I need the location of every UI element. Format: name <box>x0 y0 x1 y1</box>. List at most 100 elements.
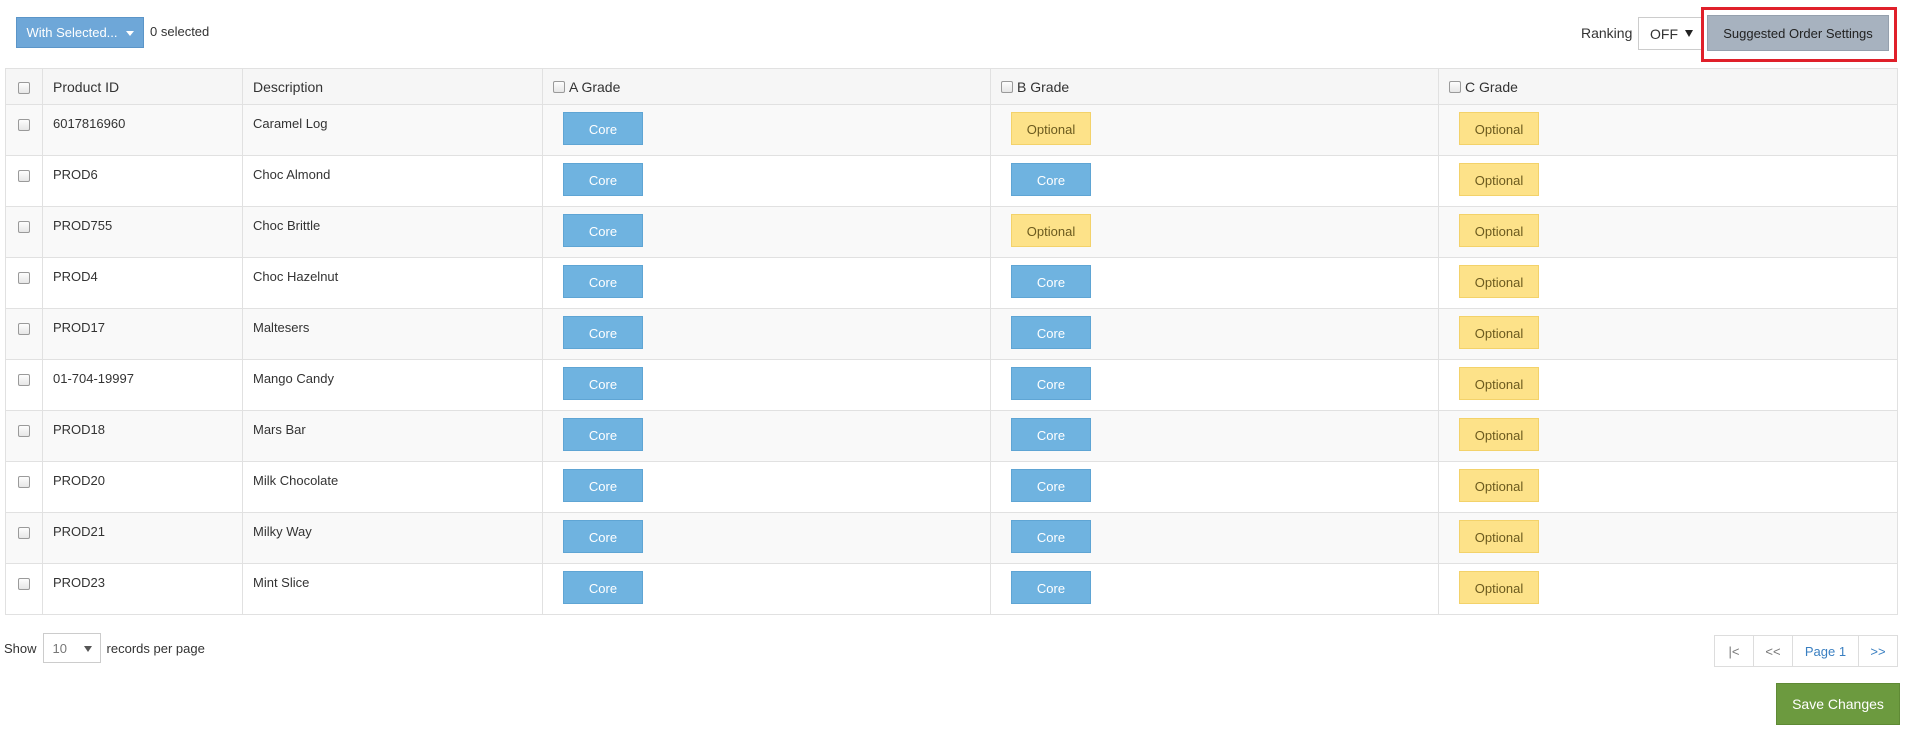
caret-down-icon <box>125 31 134 36</box>
row-select-cell <box>5 563 43 615</box>
a-grade-toggle[interactable]: Core <box>563 418 643 451</box>
c-grade-toggle[interactable]: Optional <box>1459 571 1539 604</box>
c-grade-cell: Optional <box>1438 461 1898 513</box>
row-checkbox[interactable] <box>18 322 30 335</box>
ranking-value: OFF <box>1650 25 1678 42</box>
b-grade-cell: Optional <box>990 104 1439 156</box>
a-grade-toggle[interactable]: Core <box>563 214 643 247</box>
row-checkbox[interactable] <box>18 526 30 539</box>
a-grade-cell: Core <box>542 257 991 309</box>
b-grade-toggle[interactable]: Core <box>1011 265 1091 298</box>
b-grade-toggle[interactable]: Core <box>1011 469 1091 502</box>
b-grade-toggle[interactable]: Core <box>1011 367 1091 400</box>
row-checkbox[interactable] <box>18 220 30 233</box>
description-cell: Caramel Log <box>242 104 543 156</box>
b-grade-checkbox[interactable] <box>1001 80 1013 93</box>
ranking-select[interactable]: OFF <box>1638 17 1702 50</box>
a-grade-cell: Core <box>542 410 991 462</box>
table-header-row: Product ID Description A Grade B Grade C… <box>5 68 1898 105</box>
row-checkbox[interactable] <box>18 118 30 131</box>
table-row: PROD6 Choc Almond Core Core Optional <box>5 155 1898 207</box>
row-select-cell <box>5 206 43 258</box>
b-grade-toggle[interactable]: Optional <box>1011 214 1091 247</box>
per-page-select[interactable]: 10 <box>42 633 101 663</box>
table-row: PROD4 Choc Hazelnut Core Core Optional <box>5 257 1898 309</box>
a-grade-cell: Core <box>542 359 991 411</box>
pager-first-button[interactable]: |< <box>1714 635 1754 667</box>
c-grade-toggle[interactable]: Optional <box>1459 163 1539 196</box>
c-grade-toggle[interactable]: Optional <box>1459 214 1539 247</box>
a-grade-checkbox[interactable] <box>553 80 565 93</box>
col-b-grade[interactable]: B Grade <box>990 68 1439 105</box>
a-grade-cell: Core <box>542 563 991 615</box>
b-grade-cell: Optional <box>990 206 1439 258</box>
table-row: 6017816960 Caramel Log Core Optional Optiona… <box>5 104 1898 156</box>
b-grade-toggle[interactable]: Core <box>1011 520 1091 553</box>
with-selected-dropdown[interactable]: With Selected... <box>16 17 144 48</box>
c-grade-toggle[interactable]: Optional <box>1459 112 1539 145</box>
b-grade-cell: Core <box>990 308 1439 360</box>
col-a-grade[interactable]: A Grade <box>542 68 991 105</box>
table-row: 01-704-19997 Mango Candy Core Core Optional <box>5 359 1898 411</box>
a-grade-toggle[interactable]: Core <box>563 265 643 298</box>
c-grade-cell: Optional <box>1438 155 1898 207</box>
a-grade-toggle[interactable]: Core <box>563 520 643 553</box>
pager-next-button[interactable]: >> <box>1858 635 1898 667</box>
c-grade-toggle[interactable]: Optional <box>1459 520 1539 553</box>
row-select-cell <box>5 410 43 462</box>
a-grade-label: A Grade <box>569 78 621 95</box>
c-grade-toggle[interactable]: Optional <box>1459 265 1539 298</box>
row-checkbox[interactable] <box>18 271 30 284</box>
col-description[interactable]: Description <box>242 68 543 105</box>
c-grade-cell: Optional <box>1438 512 1898 564</box>
b-grade-toggle[interactable]: Optional <box>1011 112 1091 145</box>
description-cell: Mango Candy <box>242 359 543 411</box>
a-grade-toggle[interactable]: Core <box>563 571 643 604</box>
b-grade-toggle[interactable]: Core <box>1011 163 1091 196</box>
c-grade-toggle[interactable]: Optional <box>1459 367 1539 400</box>
c-grade-cell: Optional <box>1438 563 1898 615</box>
c-grade-toggle[interactable]: Optional <box>1459 469 1539 502</box>
suggested-order-settings-button[interactable]: Suggested Order Settings <box>1707 15 1889 51</box>
b-grade-toggle[interactable]: Core <box>1011 571 1091 604</box>
b-grade-cell: Core <box>990 512 1439 564</box>
pager-current-page[interactable]: Page 1 <box>1792 635 1859 667</box>
col-product-id[interactable]: Product ID <box>42 68 243 105</box>
c-grade-cell: Optional <box>1438 104 1898 156</box>
a-grade-cell: Core <box>542 206 991 258</box>
row-checkbox[interactable] <box>18 577 30 590</box>
select-arrow-icon <box>1685 30 1693 37</box>
c-grade-toggle[interactable]: Optional <box>1459 316 1539 349</box>
b-grade-toggle[interactable]: Core <box>1011 316 1091 349</box>
description-cell: Milky Way <box>242 512 543 564</box>
row-checkbox[interactable] <box>18 373 30 386</box>
row-select-cell <box>5 512 43 564</box>
table-row: PROD20 Milk Chocolate Core Core Optional <box>5 461 1898 513</box>
c-grade-toggle[interactable]: Optional <box>1459 418 1539 451</box>
table-body: 6017816960 Caramel Log Core Optional Optiona… <box>5 104 1898 615</box>
a-grade-toggle[interactable]: Core <box>563 112 643 145</box>
a-grade-toggle[interactable]: Core <box>563 163 643 196</box>
description-cell: Maltesers <box>242 308 543 360</box>
products-table: Product ID Description A Grade B Grade C… <box>5 68 1898 615</box>
pager-prev-button[interactable]: << <box>1753 635 1793 667</box>
product-id-cell: PROD755 <box>42 206 243 258</box>
b-grade-toggle[interactable]: Core <box>1011 418 1091 451</box>
c-grade-checkbox[interactable] <box>1449 80 1461 93</box>
save-changes-button[interactable]: Save Changes <box>1776 683 1900 725</box>
product-id-cell: 01-704-19997 <box>42 359 243 411</box>
table-row: PROD17 Maltesers Core Core Optional <box>5 308 1898 360</box>
row-select-cell <box>5 155 43 207</box>
a-grade-toggle[interactable]: Core <box>563 367 643 400</box>
a-grade-toggle[interactable]: Core <box>563 469 643 502</box>
col-c-grade[interactable]: C Grade <box>1438 68 1898 105</box>
a-grade-toggle[interactable]: Core <box>563 316 643 349</box>
row-checkbox[interactable] <box>18 169 30 182</box>
select-all-checkbox[interactable] <box>18 81 30 94</box>
records-per-page-control: Show 10 records per page <box>4 633 205 663</box>
row-checkbox[interactable] <box>18 424 30 437</box>
a-grade-cell: Core <box>542 308 991 360</box>
b-grade-cell: Core <box>990 563 1439 615</box>
row-checkbox[interactable] <box>18 475 30 488</box>
row-select-cell <box>5 461 43 513</box>
